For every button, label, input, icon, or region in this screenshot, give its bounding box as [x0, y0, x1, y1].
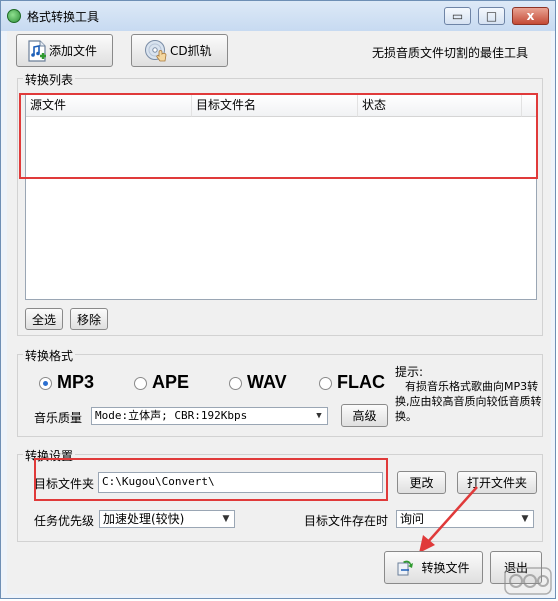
app-icon [7, 9, 21, 23]
cd-disc-icon [145, 39, 167, 61]
conversion-list-legend: 转换列表 [23, 71, 76, 88]
convert-file-button[interactable]: 转换文件 [384, 551, 483, 584]
cd-rip-button[interactable]: CD抓轨 [131, 34, 228, 67]
format-label-flac[interactable]: FLAC [337, 372, 385, 393]
convert-file-label: 转换文件 [421, 561, 470, 575]
annotation-highlight-list [19, 93, 538, 179]
title-bar[interactable]: 格式转换工具 ▭ □ x [1, 1, 555, 31]
client-area: 添加文件 CD抓轨 无损音质文件切割的最佳工具 转换列表 源文件 目标文件名 状… [7, 31, 551, 594]
conversion-format-legend: 转换格式 [23, 347, 76, 364]
format-label-mp3[interactable]: MP3 [57, 372, 94, 393]
chevron-down-icon: ▼ [316, 411, 322, 421]
annotation-highlight-folder [34, 458, 388, 501]
file-exists-label: 目标文件存在时 [304, 514, 389, 528]
slogan-text: 无损音质文件切割的最佳工具 [372, 46, 529, 60]
add-file-button[interactable]: 添加文件 [16, 34, 113, 67]
convert-arrows-icon [397, 560, 414, 575]
close-button[interactable]: x [512, 7, 549, 25]
cd-rip-label: CD抓轨 [170, 44, 212, 58]
add-file-label: 添加文件 [49, 44, 98, 58]
maximize-button[interactable]: □ [478, 7, 505, 25]
hint-body: 有损音乐格式歌曲向MP3转换,应由较高音质向较低音质转换。 [395, 380, 542, 423]
radio-wav[interactable] [229, 377, 242, 390]
task-priority-select[interactable]: 加速处理(较快) ▼ [99, 510, 235, 528]
radio-flac[interactable] [319, 377, 332, 390]
hint-title: 提示: [395, 365, 424, 379]
format-label-ape[interactable]: APE [152, 372, 189, 393]
music-quality-value: Mode:立体声; CBR:192Kbps [95, 409, 248, 422]
music-quality-select[interactable]: Mode:立体声; CBR:192Kbps ▼ [91, 407, 328, 425]
task-priority-value: 加速处理(较快) [103, 512, 185, 526]
chevron-down-icon: ▼ [222, 514, 230, 524]
task-priority-label: 任务优先级 [34, 514, 95, 528]
site-watermark-icon [504, 567, 552, 595]
select-all-button[interactable]: 全选 [25, 308, 63, 330]
annotation-arrow-icon [419, 486, 478, 553]
advanced-button[interactable]: 高级 [341, 404, 388, 427]
music-quality-label: 音乐质量 [34, 411, 83, 425]
add-music-file-icon [28, 39, 46, 62]
radio-mp3[interactable] [39, 377, 52, 390]
window-title: 格式转换工具 [27, 10, 100, 24]
minimize-button[interactable]: ▭ [444, 7, 471, 25]
radio-ape[interactable] [134, 377, 147, 390]
chevron-down-icon: ▼ [521, 514, 529, 524]
remove-button[interactable]: 移除 [70, 308, 108, 330]
format-label-wav[interactable]: WAV [247, 372, 287, 393]
main-window: 格式转换工具 ▭ □ x 添加文件 CD抓轨 无损音质文件切割的最佳工具 转换列… [0, 0, 556, 599]
